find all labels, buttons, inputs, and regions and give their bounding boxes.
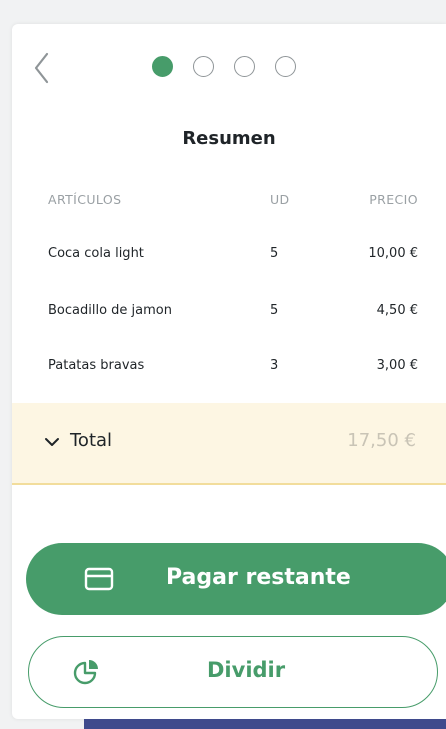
step-dot-1 <box>152 56 173 77</box>
total-label: Total <box>70 430 113 451</box>
chevron-down-icon <box>44 433 60 446</box>
total-value: 17,50 € <box>347 430 416 451</box>
item-qty: 5 <box>270 246 279 261</box>
pay-remaining-label: Pagar restante <box>166 565 351 590</box>
table-row: Coca cola light 5 10,00 € <box>12 246 446 268</box>
column-header-items: ARTÍCULOS <box>48 192 122 207</box>
table-header: ARTÍCULOS UD PRECIO <box>12 192 446 214</box>
bottom-bar <box>84 719 446 729</box>
step-dot-4 <box>275 56 296 77</box>
split-button[interactable]: Dividir <box>28 636 438 708</box>
item-qty: 3 <box>270 358 279 373</box>
summary-card: Resumen ARTÍCULOS UD PRECIO Coca cola li… <box>12 24 446 719</box>
item-name: Bocadillo de jamon <box>48 303 172 318</box>
step-indicator <box>152 56 296 77</box>
item-price: 10,00 € <box>368 246 418 261</box>
back-chevron-icon[interactable] <box>32 50 52 86</box>
total-row[interactable]: Total 17,50 € <box>12 403 446 485</box>
table-row: Bocadillo de jamon 5 4,50 € <box>12 303 446 325</box>
page-title: Resumen <box>182 128 276 149</box>
item-price: 4,50 € <box>376 303 418 318</box>
split-label: Dividir <box>207 658 286 682</box>
item-qty: 5 <box>270 303 279 318</box>
column-header-qty: UD <box>270 192 290 207</box>
item-name: Coca cola light <box>48 246 144 261</box>
pay-remaining-button[interactable]: Pagar restante <box>26 543 446 615</box>
column-header-price: PRECIO <box>369 192 418 207</box>
step-dot-3 <box>234 56 255 77</box>
item-price: 3,00 € <box>376 358 418 373</box>
pie-chart-icon <box>71 657 103 687</box>
credit-card-icon <box>84 567 114 591</box>
table-row: Patatas bravas 3 3,00 € <box>12 358 446 380</box>
item-name: Patatas bravas <box>48 358 145 373</box>
step-dot-2 <box>193 56 214 77</box>
